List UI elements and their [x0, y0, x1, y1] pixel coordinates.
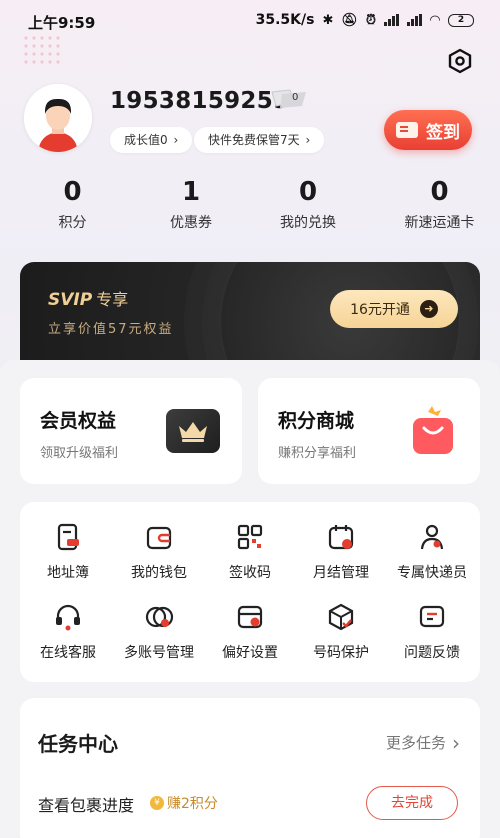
signin-label: 签到	[426, 122, 460, 143]
service-label: 地址簿	[47, 565, 89, 581]
level-value: 0	[292, 92, 299, 103]
service-item[interactable]: 号码保护	[295, 602, 387, 670]
benefit-subtitle: 赚积分享福利	[278, 446, 357, 461]
address-book-icon	[57, 523, 79, 551]
task-complete-button[interactable]: 去完成	[366, 786, 458, 820]
level-shield-icon	[271, 89, 306, 108]
task-reward-label: 赚2积分	[167, 796, 218, 812]
service-label: 号码保护	[313, 645, 369, 661]
svip-subtitle: 立享价值57元权益	[48, 322, 174, 337]
crown-icon	[166, 409, 220, 453]
bluetooth-icon: ✱	[322, 12, 334, 28]
service-label: 我的钱包	[131, 565, 187, 581]
stat-label: 积分	[58, 215, 87, 231]
service-label: 签收码	[229, 565, 271, 581]
svip-activate-button[interactable]: 16元开通 ➜	[330, 290, 458, 328]
calendar-ticket-icon	[396, 122, 418, 138]
status-bar: 上午9:59 35.5K/s ✱ 🔕︎ ⏰︎ ◠ 2	[0, 0, 500, 44]
benefit-subtitle: 领取升级福利	[40, 446, 119, 461]
level-badge: 0	[268, 86, 310, 112]
courier-icon	[420, 524, 444, 550]
benefit-title: 积分商城	[278, 410, 355, 432]
service-label: 月结管理	[313, 565, 369, 581]
stat-label: 优惠券	[170, 215, 212, 231]
avatar[interactable]	[24, 84, 92, 152]
hexagon-settings-icon	[448, 48, 472, 74]
user-phone: 19538159259	[110, 88, 290, 114]
headset-icon	[56, 604, 80, 631]
stat-value: 0	[430, 177, 449, 207]
more-tasks-label: 更多任务	[385, 734, 446, 752]
service-label: 问题反馈	[404, 645, 460, 661]
stat-coupons[interactable]: 1 优惠券	[145, 176, 237, 236]
stat-value: 0	[63, 177, 82, 207]
wallet-icon	[146, 526, 172, 550]
feedback-icon	[419, 605, 445, 628]
preferences-icon	[237, 605, 263, 629]
service-item[interactable]: 地址簿	[22, 522, 114, 590]
wifi-icon: ◠	[430, 12, 440, 28]
service-label: 在线客服	[40, 645, 96, 661]
task-row: 查看包裹进度 ¥ 赚2积分 去完成	[38, 786, 468, 822]
task-reward: ¥ 赚2积分	[150, 793, 218, 813]
service-item[interactable]: 我的钱包	[113, 522, 205, 590]
settings-button[interactable]	[443, 44, 477, 78]
stat-value: 0	[298, 177, 318, 207]
service-label: 多账号管理	[124, 645, 194, 661]
signin-button[interactable]: 签到	[384, 110, 472, 150]
arrow-right-icon: ➜	[419, 300, 438, 318]
svip-title: SVIP 专享	[48, 286, 128, 310]
accounts-icon	[145, 606, 174, 628]
svip-banner[interactable]: SVIP 专享 立享价值57元权益 16元开通 ➜	[20, 262, 480, 362]
benefit-title: 会员权益	[40, 410, 117, 432]
stat-points[interactable]: 0 积分	[0, 176, 145, 236]
service-item[interactable]: 问题反馈	[386, 602, 478, 670]
signal-icon	[407, 14, 422, 26]
shield-box-icon	[328, 603, 354, 631]
service-item[interactable]: 专属快递员	[386, 522, 478, 590]
stat-exchanges[interactable]: 0 我的兑换	[237, 176, 379, 236]
task-center-title: 任务中心	[38, 732, 118, 756]
svip-activate-label: 16元开通	[350, 302, 410, 318]
battery-icon: 2	[448, 13, 474, 27]
svip-logo: SVIP	[48, 290, 93, 310]
calendar-icon	[328, 525, 354, 550]
points-mall-card[interactable]: 积分商城 赚积分享福利	[258, 378, 480, 484]
services-grid: 地址簿 我的钱包 签收码 月结管理 专属快递员在线客服 多账号管理 偏好设置 号码保护 问题反馈	[20, 502, 480, 682]
mute-icon: 🔕︎	[341, 12, 358, 28]
service-label: 偏好设置	[222, 645, 278, 661]
chevron-right-icon: ›	[173, 133, 179, 147]
service-label: 专属快递员	[397, 565, 467, 581]
stat-label: 新速运通卡	[404, 215, 475, 231]
service-item[interactable]: 签收码	[204, 522, 296, 590]
qr-code-icon	[237, 524, 263, 550]
status-time: 上午9:59	[28, 14, 96, 32]
task-center-card: 任务中心 更多任务 › 查看包裹进度 ¥ 赚2积分 去完成	[20, 698, 480, 838]
service-item[interactable]: 月结管理	[295, 522, 387, 590]
shopping-bag-icon	[408, 402, 458, 460]
user-avatar-icon	[24, 84, 92, 152]
service-item[interactable]: 在线客服	[22, 602, 114, 670]
signal-icon	[384, 14, 399, 26]
stats-row: 0 积分 1 优惠券 0 我的兑换 0 新速运通卡	[0, 176, 500, 236]
coin-icon: ¥	[150, 796, 164, 810]
more-tasks-link[interactable]: 更多任务 ›	[386, 732, 460, 753]
service-item[interactable]: 多账号管理	[113, 602, 205, 670]
task-name: 查看包裹进度	[38, 796, 135, 815]
network-speed: 35.5K/s	[255, 12, 315, 28]
chevron-right-icon: ›	[305, 133, 311, 147]
free-storage-pill[interactable]: 快件免费保管7天 ›	[194, 127, 325, 153]
alarm-icon: ⏰︎	[365, 12, 376, 28]
growth-value-pill[interactable]: 成长值0 ›	[110, 127, 193, 153]
status-indicators: 35.5K/s ✱ 🔕︎ ⏰︎ ◠ 2	[256, 12, 474, 28]
growth-value-label: 成长值0	[124, 133, 168, 147]
stat-express-card[interactable]: 0 新速运通卡	[379, 176, 500, 236]
member-benefits-card[interactable]: 会员权益 领取升级福利	[20, 378, 242, 484]
stat-value: 1	[181, 177, 201, 207]
free-storage-label: 快件免费保管7天	[208, 133, 300, 147]
stat-label: 我的兑换	[280, 215, 336, 231]
service-item[interactable]: 偏好设置	[204, 602, 296, 670]
chevron-right-icon: ›	[452, 730, 460, 755]
svip-title-suffix: 专享	[96, 290, 129, 309]
